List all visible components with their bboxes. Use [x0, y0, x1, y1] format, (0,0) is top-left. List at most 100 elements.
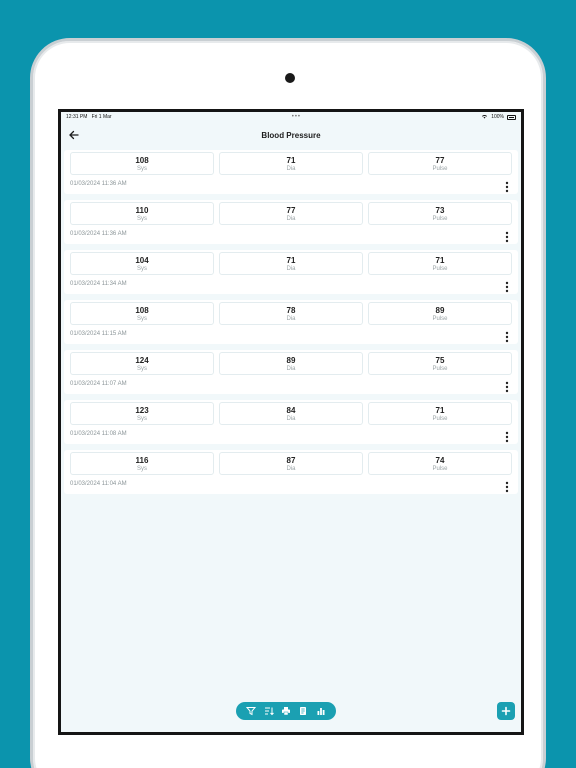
pulse-label: Pulse	[432, 216, 448, 222]
pulse-label: Pulse	[432, 366, 448, 372]
sys-box: 116 Sys	[70, 452, 214, 475]
more-vertical-icon	[505, 381, 509, 393]
dia-value: 71	[286, 256, 296, 265]
dia-value: 84	[286, 406, 296, 415]
more-options-button[interactable]	[504, 280, 510, 293]
pulse-value: 71	[435, 406, 445, 415]
sys-value: 108	[135, 306, 149, 315]
wifi-icon	[481, 114, 488, 121]
sys-value: 123	[135, 406, 149, 415]
sys-box: 108 Sys	[70, 302, 214, 325]
sys-box: 104 Sys	[70, 252, 214, 275]
print-icon	[281, 707, 290, 716]
bottom-toolbar	[236, 702, 336, 720]
dia-box: 77 Dia	[219, 202, 363, 225]
chart-button[interactable]	[315, 705, 327, 717]
pulse-label: Pulse	[432, 316, 448, 322]
metrics-row: 116 Sys 87 Dia 74 Pulse	[70, 452, 512, 475]
list-item[interactable]: 124 Sys 89 Dia 75 Pulse 01/03/2024 11:07…	[64, 350, 518, 394]
dia-value: 78	[286, 306, 296, 315]
pulse-value: 71	[435, 256, 445, 265]
pulse-label: Pulse	[432, 416, 448, 422]
dia-value: 87	[286, 456, 296, 465]
more-vertical-icon	[505, 181, 509, 193]
print-button[interactable]	[280, 705, 292, 717]
sys-label: Sys	[136, 266, 147, 272]
more-options-button[interactable]	[504, 330, 510, 343]
dia-label: Dia	[286, 316, 296, 322]
pulse-value: 75	[435, 356, 445, 365]
sys-label: Sys	[136, 416, 147, 422]
record-timestamp: 01/03/2024 11:04 AM	[70, 481, 127, 487]
more-options-button[interactable]	[504, 180, 510, 193]
metrics-row: 124 Sys 89 Dia 75 Pulse	[70, 352, 512, 375]
more-options-button[interactable]	[504, 430, 510, 443]
dia-box: 89 Dia	[219, 352, 363, 375]
sys-value: 124	[135, 356, 149, 365]
pulse-box: 73 Pulse	[368, 202, 512, 225]
dia-box: 71 Dia	[219, 252, 363, 275]
status-bar: 12:31 PM Fri 1 Mar ••• 100%	[61, 112, 521, 122]
metrics-row: 108 Sys 78 Dia 89 Pulse	[70, 302, 512, 325]
dia-value: 89	[286, 356, 296, 365]
battery-percent: 100%	[491, 114, 504, 120]
pulse-value: 89	[435, 306, 445, 315]
more-options-button[interactable]	[504, 380, 510, 393]
add-record-button[interactable]	[497, 702, 515, 720]
report-button[interactable]	[297, 705, 309, 717]
dia-label: Dia	[286, 166, 296, 172]
dia-box: 78 Dia	[219, 302, 363, 325]
record-timestamp: 01/03/2024 11:34 AM	[70, 281, 127, 287]
pulse-value: 73	[435, 206, 445, 215]
plus-icon	[501, 706, 511, 716]
record-timestamp: 01/03/2024 11:36 AM	[70, 231, 127, 237]
pulse-box: 77 Pulse	[368, 152, 512, 175]
chart-icon	[317, 708, 325, 715]
pulse-box: 71 Pulse	[368, 402, 512, 425]
sys-label: Sys	[136, 466, 147, 472]
pulse-value: 77	[435, 156, 445, 165]
filter-button[interactable]	[245, 705, 257, 717]
report-icon	[300, 707, 307, 715]
pulse-label: Pulse	[432, 466, 448, 472]
record-timestamp: 01/03/2024 11:08 AM	[70, 431, 127, 437]
record-timestamp: 01/03/2024 11:15 AM	[70, 331, 127, 337]
metrics-row: 108 Sys 71 Dia 77 Pulse	[70, 152, 512, 175]
app-screen: 12:31 PM Fri 1 Mar ••• 100% Blood Pressu…	[58, 109, 524, 735]
sys-label: Sys	[136, 216, 147, 222]
records-list: 108 Sys 71 Dia 77 Pulse 01/03/2024 11:36…	[61, 148, 521, 494]
list-item[interactable]: 110 Sys 77 Dia 73 Pulse 01/03/2024 11:36…	[64, 200, 518, 244]
metrics-row: 110 Sys 77 Dia 73 Pulse	[70, 202, 512, 225]
dia-label: Dia	[286, 216, 296, 222]
more-options-button[interactable]	[504, 230, 510, 243]
pulse-label: Pulse	[432, 266, 448, 272]
list-item[interactable]: 108 Sys 78 Dia 89 Pulse 01/03/2024 11:15…	[64, 300, 518, 344]
sys-value: 108	[135, 156, 149, 165]
dia-label: Dia	[286, 466, 296, 472]
more-vertical-icon	[505, 231, 509, 243]
pulse-value: 74	[435, 456, 445, 465]
status-right: 100%	[481, 114, 516, 121]
sort-icon	[264, 707, 274, 716]
list-item[interactable]: 116 Sys 87 Dia 74 Pulse 01/03/2024 11:04…	[64, 450, 518, 494]
dia-label: Dia	[286, 416, 296, 422]
more-options-button[interactable]	[504, 480, 510, 493]
pulse-label: Pulse	[432, 166, 448, 172]
sys-box: 108 Sys	[70, 152, 214, 175]
dia-label: Dia	[286, 266, 296, 272]
sort-button[interactable]	[263, 705, 275, 717]
sys-value: 110	[135, 206, 149, 215]
list-item[interactable]: 104 Sys 71 Dia 71 Pulse 01/03/2024 11:34…	[64, 250, 518, 294]
dia-box: 87 Dia	[219, 452, 363, 475]
dia-box: 71 Dia	[219, 152, 363, 175]
sys-label: Sys	[136, 316, 147, 322]
sys-box: 123 Sys	[70, 402, 214, 425]
list-item[interactable]: 123 Sys 84 Dia 71 Pulse 01/03/2024 11:08…	[64, 400, 518, 444]
metrics-row: 123 Sys 84 Dia 71 Pulse	[70, 402, 512, 425]
status-time: 12:31 PM	[66, 114, 88, 120]
pulse-box: 71 Pulse	[368, 252, 512, 275]
list-item[interactable]: 108 Sys 71 Dia 77 Pulse 01/03/2024 11:36…	[64, 150, 518, 194]
sys-label: Sys	[136, 166, 147, 172]
more-vertical-icon	[505, 281, 509, 293]
sys-value: 116	[135, 456, 149, 465]
